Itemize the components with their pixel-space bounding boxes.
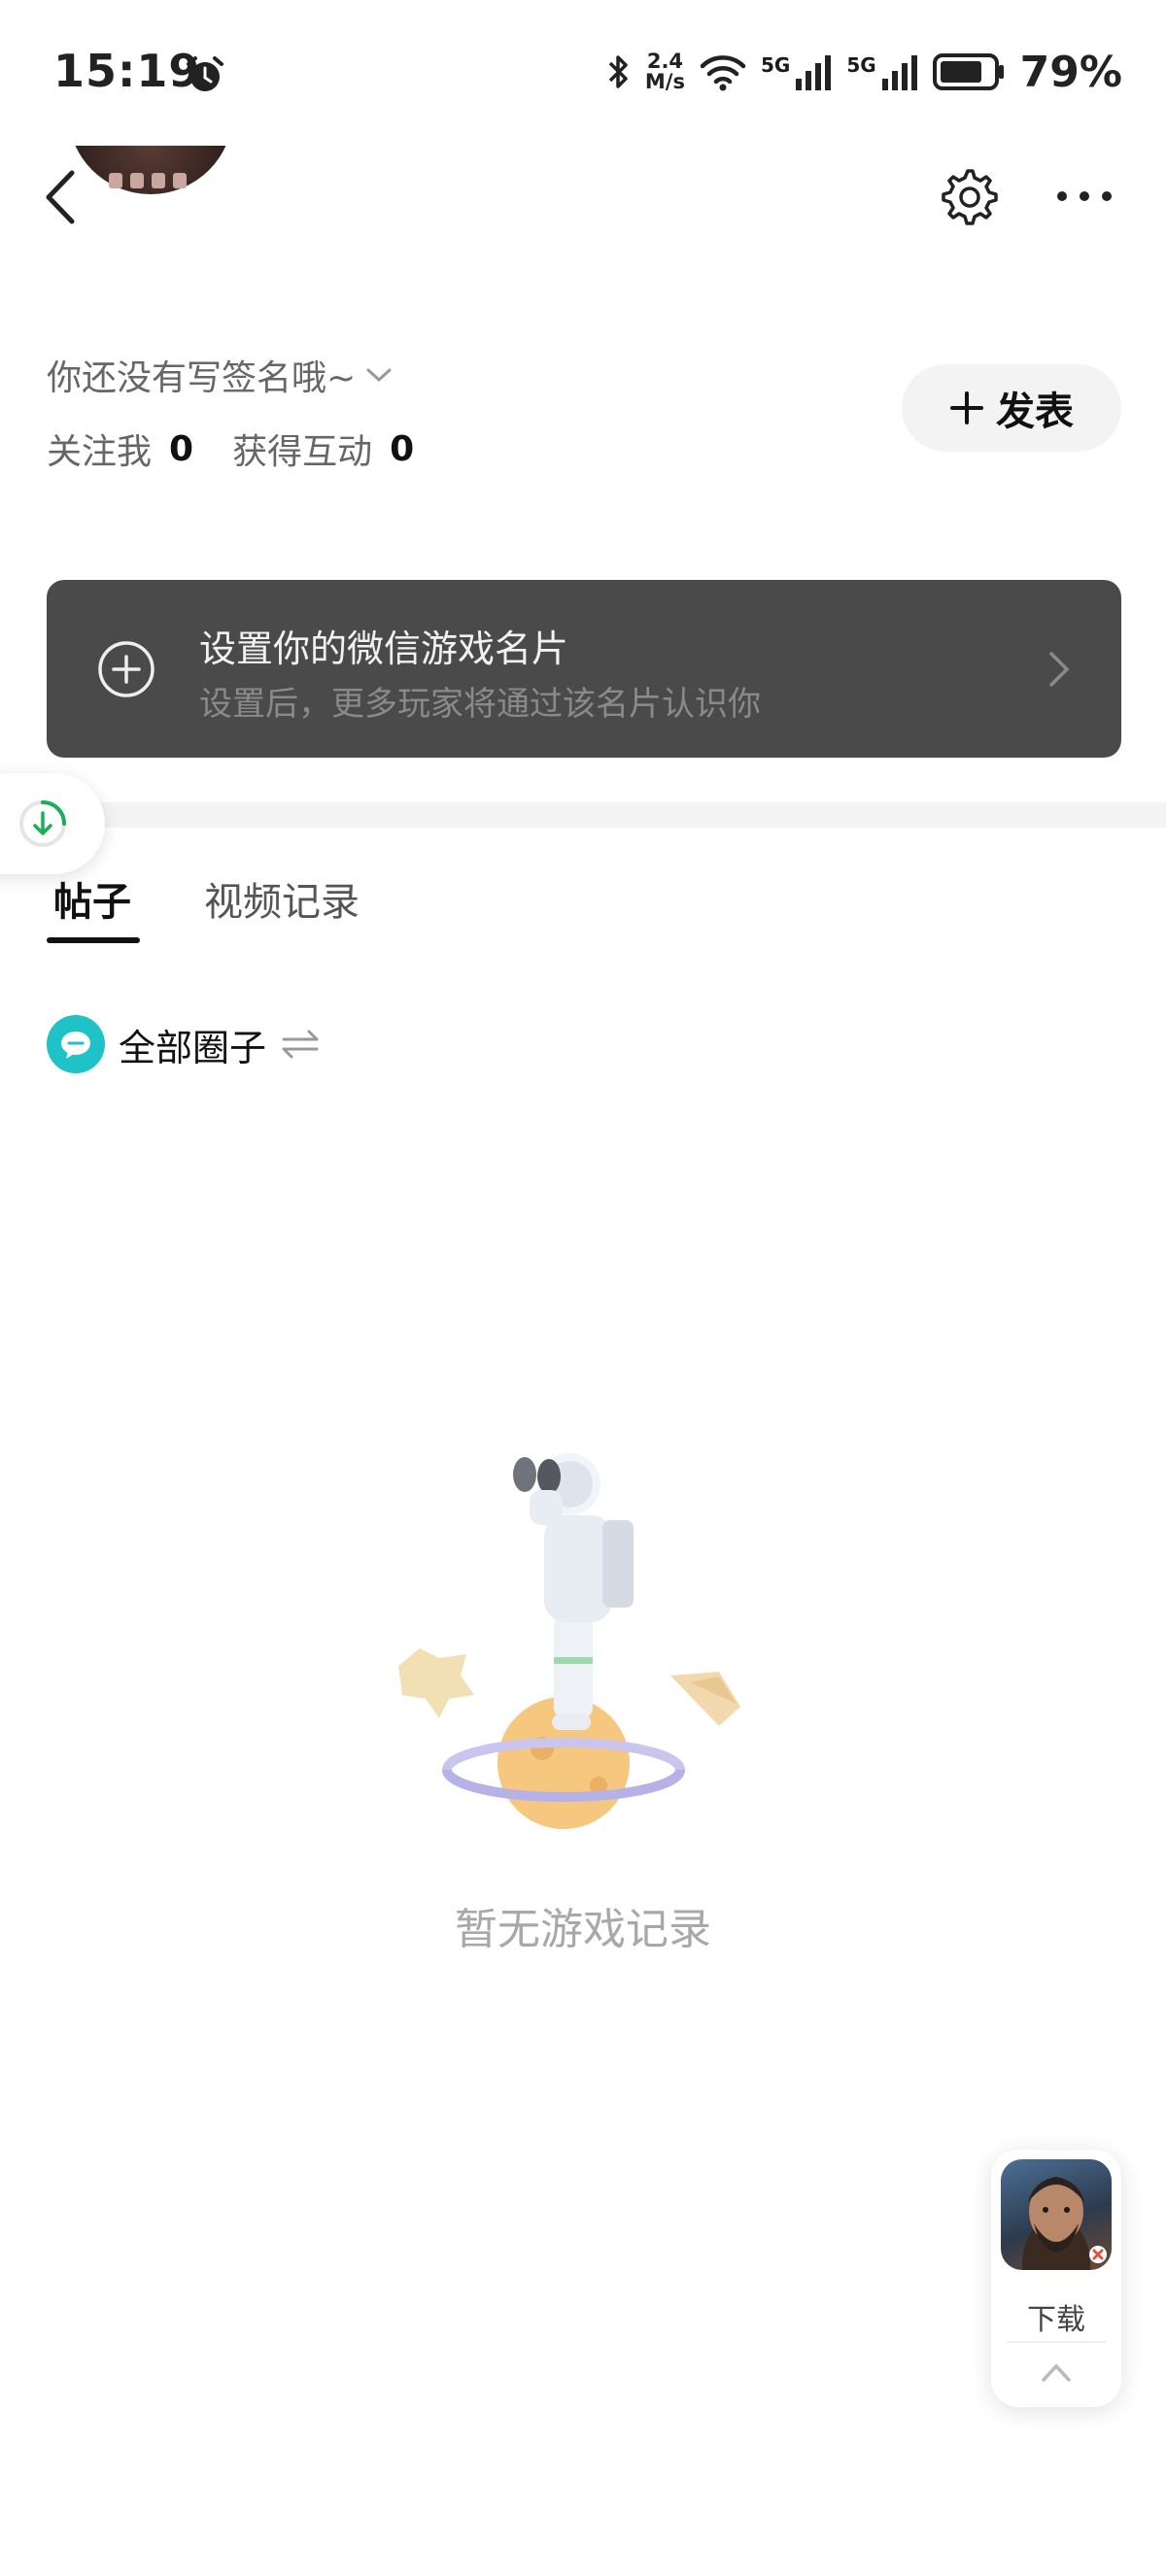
banner-title: 设置你的微信游戏名片 [199,627,569,670]
followers-count[interactable]: 0 [169,429,193,469]
astronaut-illustration [398,1453,740,1829]
publish-label: 发表 [996,390,1074,434]
game-card-divider [1007,2341,1106,2343]
tab-posts[interactable]: 帖子 [53,870,131,927]
signal-2: 5G [846,53,918,90]
alarm-icon [187,56,223,91]
circle-chat-icon [47,1015,105,1073]
signal-1: 5G [761,53,833,90]
plus-icon [950,391,983,424]
game-avatar[interactable] [1001,2159,1112,2270]
switch-icon [282,1030,319,1059]
tab-video-records[interactable]: 视频记录 [204,870,360,927]
game-download-label[interactable]: 下载 [991,2295,1121,2338]
network-speed-unit: M/s [644,70,685,93]
empty-state-text: 暂无游戏记录 [455,1905,711,1954]
wifi-icon [700,55,746,91]
bluetooth-icon [608,55,628,88]
active-tab-indicator [47,937,140,943]
status-icons: 2.4 M/s 5G 5G 79% [606,43,1122,101]
section-divider [0,802,1166,828]
avatar[interactable] [68,146,233,306]
network-speed-value: 2.4 [646,50,684,73]
status-time: 15:19 [53,45,201,97]
download-progress-icon [19,800,66,847]
floating-game-card[interactable]: 下载 [991,2150,1121,2407]
profile-page: 15:19 2.4 M/s 5G 5G 79% 你还没有写签名哦~ 关注我 0 … [0,0,1166,2576]
game-card-banner[interactable]: 设置你的微信游戏名片 设置后，更多玩家将通过该名片认识你 [47,580,1121,758]
signal-1-label: 5G [760,53,791,77]
profile-stats: 关注我 0 获得互动 0 [47,424,453,474]
interactions-label[interactable]: 获得互动 [232,424,372,474]
publish-button[interactable]: 发表 [902,364,1121,452]
circle-filter[interactable]: 全部圈子 [47,1015,321,1073]
battery-percent: 79% [1019,47,1122,97]
gear-icon[interactable] [936,165,1000,229]
interactions-count[interactable]: 0 [390,429,414,469]
followers-label[interactable]: 关注我 [47,424,152,474]
more-icon[interactable] [1054,175,1115,218]
banner-subtitle: 设置后，更多玩家将通过该名片认识你 [199,685,761,724]
signature-text: 你还没有写签名哦~ [47,358,357,398]
chevron-up-icon[interactable] [1038,2358,1075,2386]
add-circle-icon [98,641,154,697]
chevron-down-icon [366,368,392,383]
network-speed: 2.4 M/s [645,51,685,92]
circle-filter-label: 全部圈子 [119,1026,267,1069]
signature[interactable]: 你还没有写签名哦~ [47,350,393,400]
floating-download-button[interactable] [0,773,105,874]
chevron-right-icon [1049,652,1070,687]
status-bar: 15:19 2.4 M/s 5G 5G 79% [0,0,1166,146]
battery-icon [932,53,1004,90]
cell-signal-icon [796,55,832,90]
signal-2-label: 5G [846,53,876,77]
cell-signal-icon [881,55,917,90]
